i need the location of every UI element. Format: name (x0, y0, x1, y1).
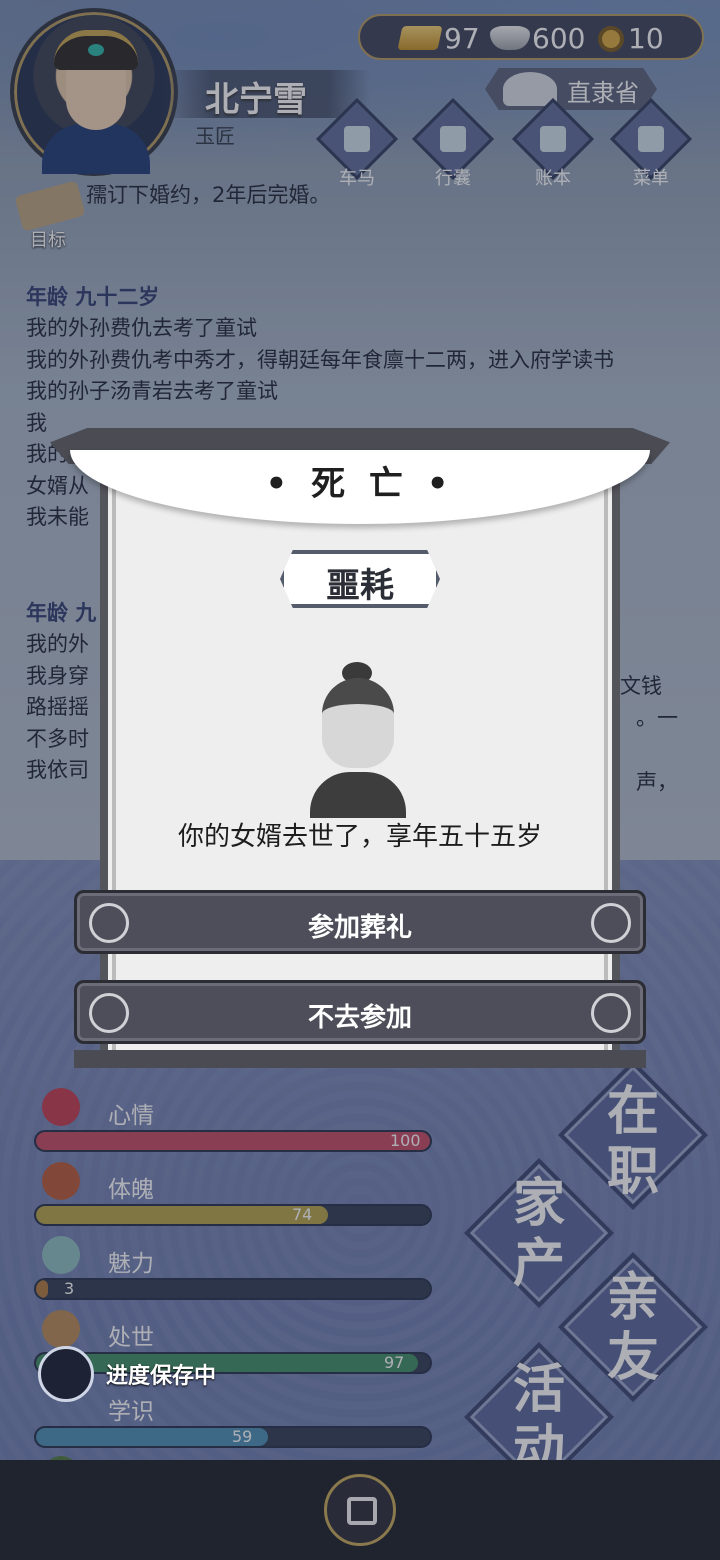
decline-button[interactable]: 不去参加 (74, 980, 646, 1044)
saving-text: 进度保存中 (106, 1364, 217, 1389)
swirl-icon (591, 993, 631, 1033)
dialog-title: • 死 亡 • (265, 464, 455, 504)
decline-label: 不去参加 (307, 1003, 412, 1033)
save-emblem-icon (38, 1346, 94, 1402)
swirl-icon (591, 903, 631, 943)
dialog-tag-text: 噩耗 (326, 566, 394, 606)
attend-funeral-label: 参加葬礼 (307, 913, 412, 943)
portrait-body (310, 772, 406, 818)
attend-funeral-button[interactable]: 参加葬礼 (74, 890, 646, 954)
death-dialog: • 死 亡 • 噩耗 你的女婿去世了，享年五十五岁 参加葬礼 不去参加 (50, 428, 670, 1070)
son-in-law-portrait (310, 662, 406, 818)
dialog-base (74, 1050, 646, 1068)
dialog-tag: 噩耗 (280, 550, 440, 608)
portrait-head (322, 678, 394, 768)
dialog-message: 你的女婿去世了，享年五十五岁 (177, 822, 542, 852)
